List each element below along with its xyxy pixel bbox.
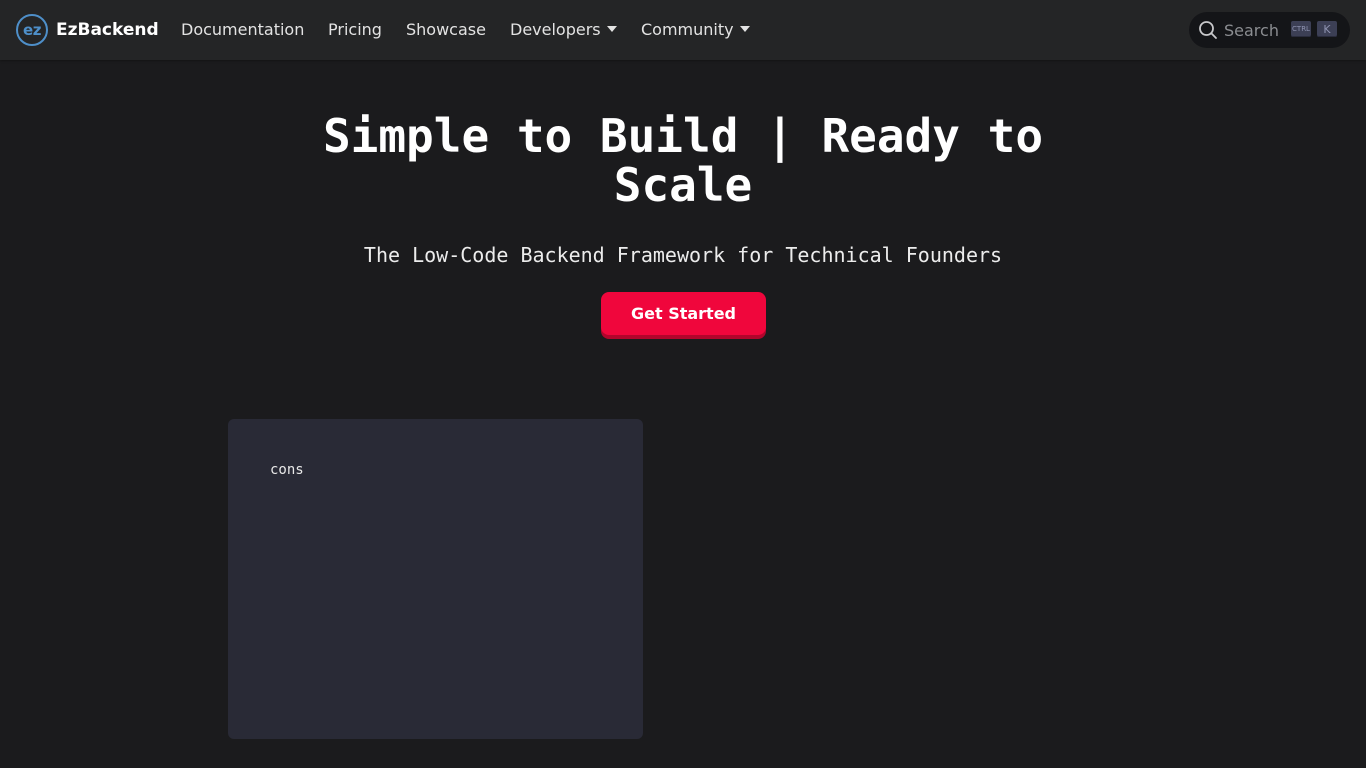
nav-developers-label: Developers	[510, 20, 601, 39]
hero-subtitle: The Low-Code Backend Framework for Techn…	[363, 243, 1003, 267]
nav-documentation-label: Documentation	[181, 20, 305, 39]
nav-pricing[interactable]: Pricing	[328, 18, 382, 42]
brand-link[interactable]: ez EzBackend	[16, 14, 159, 46]
search-button[interactable]: Search CTRL K	[1189, 12, 1350, 48]
hero-title: Simple to Build | Ready to Scale	[322, 109, 1044, 212]
get-started-button[interactable]: Get Started	[601, 292, 766, 335]
code-snippet: cons	[270, 462, 304, 478]
brand-logo-text: ez	[23, 20, 41, 39]
navbar: ez EzBackend Documentation Pricing Showc…	[0, 0, 1366, 60]
nav-showcase-label: Showcase	[406, 20, 486, 39]
nav-pricing-label: Pricing	[328, 20, 382, 39]
caret-down-icon	[739, 26, 750, 32]
nav-showcase[interactable]: Showcase	[406, 18, 486, 42]
caret-down-icon	[606, 26, 617, 32]
search-icon	[1199, 21, 1217, 39]
brand-name: EzBackend	[56, 20, 159, 40]
nav-developers-dropdown[interactable]: Developers	[510, 18, 617, 42]
shortcut-ctrl-key: CTRL	[1291, 21, 1311, 37]
shortcut-k-key: K	[1317, 21, 1337, 37]
brand-logo: ez	[16, 14, 48, 46]
code-panel: cons	[228, 419, 643, 739]
nav-community-dropdown[interactable]: Community	[641, 18, 750, 42]
nav-documentation[interactable]: Documentation	[181, 18, 304, 42]
nav-community-label: Community	[641, 20, 734, 39]
search-label: Search	[1224, 20, 1279, 40]
